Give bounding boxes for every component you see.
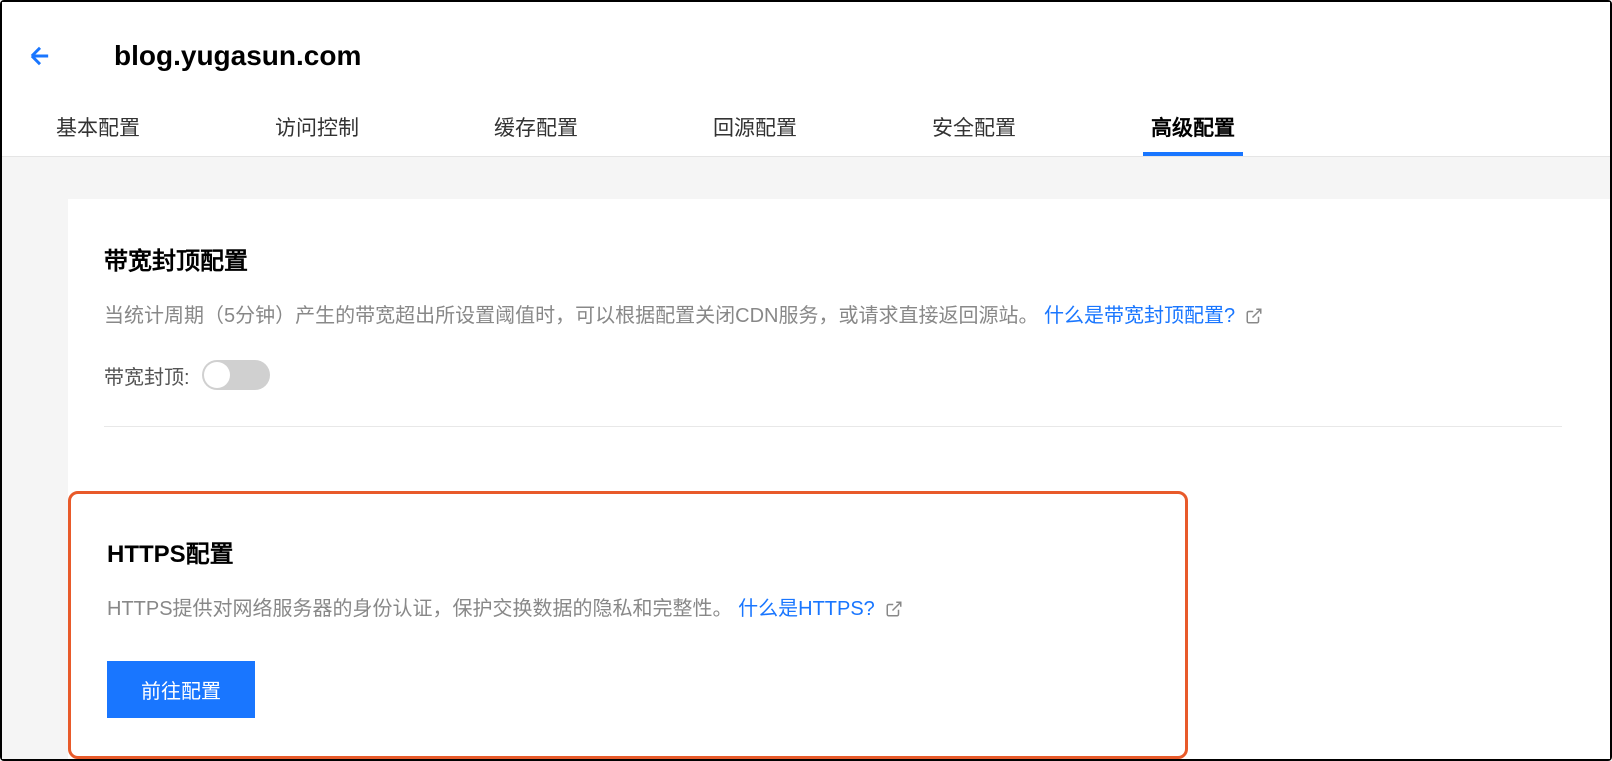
page-title: blog.yugasun.com <box>114 40 361 72</box>
tab-origin-config[interactable]: 回源配置 <box>713 98 797 156</box>
tab-access-control[interactable]: 访问控制 <box>275 98 359 156</box>
https-section-description: HTTPS提供对网络服务器的身份认证，保护交换数据的隐私和完整性。 什么是HTT… <box>107 593 1149 625</box>
page-header: blog.yugasun.com <box>2 2 1610 98</box>
tab-basic-config[interactable]: 基本配置 <box>56 98 140 156</box>
tab-security-config[interactable]: 安全配置 <box>932 98 1016 156</box>
https-description-text: HTTPS提供对网络服务器的身份认证，保护交换数据的隐私和完整性。 <box>107 598 733 620</box>
https-section-title: HTTPS配置 <box>107 534 1149 569</box>
https-config-section: HTTPS配置 HTTPS提供对网络服务器的身份认证，保护交换数据的隐私和完整性… <box>68 491 1188 759</box>
bandwidth-section-description: 当统计周期（5分钟）产生的带宽超出所设置阈值时，可以根据配置关闭CDN服务，或请… <box>104 300 1562 332</box>
bandwidth-section-title: 带宽封顶配置 <box>104 241 1562 276</box>
bandwidth-cap-section: 带宽封顶配置 当统计周期（5分钟）产生的带宽超出所设置阈值时，可以根据配置关闭C… <box>68 199 1598 465</box>
bandwidth-help-link[interactable]: 什么是带宽封顶配置? <box>1044 300 1263 332</box>
https-help-link[interactable]: 什么是HTTPS? <box>738 593 903 625</box>
toggle-knob <box>204 362 230 388</box>
https-help-link-text: 什么是HTTPS? <box>738 593 875 625</box>
external-link-icon <box>1245 307 1263 325</box>
section-divider <box>104 426 1562 427</box>
tabs-nav: 基本配置 访问控制 缓存配置 回源配置 安全配置 高级配置 <box>2 98 1610 157</box>
tab-cache-config[interactable]: 缓存配置 <box>494 98 578 156</box>
bandwidth-help-link-text: 什么是带宽封顶配置? <box>1044 300 1235 332</box>
content-area: 带宽封顶配置 当统计周期（5分钟）产生的带宽超出所设置阈值时，可以根据配置关闭C… <box>2 157 1610 759</box>
back-arrow-icon[interactable] <box>26 42 54 70</box>
tab-advanced-config[interactable]: 高级配置 <box>1151 98 1235 156</box>
bandwidth-toggle-label: 带宽封顶: <box>104 361 190 390</box>
bandwidth-toggle-row: 带宽封顶: <box>104 360 1562 390</box>
bandwidth-description-text: 当统计周期（5分钟）产生的带宽超出所设置阈值时，可以根据配置关闭CDN服务，或请… <box>104 305 1038 327</box>
goto-config-button[interactable]: 前往配置 <box>107 661 255 718</box>
bandwidth-toggle[interactable] <box>202 360 270 390</box>
external-link-icon <box>885 600 903 618</box>
